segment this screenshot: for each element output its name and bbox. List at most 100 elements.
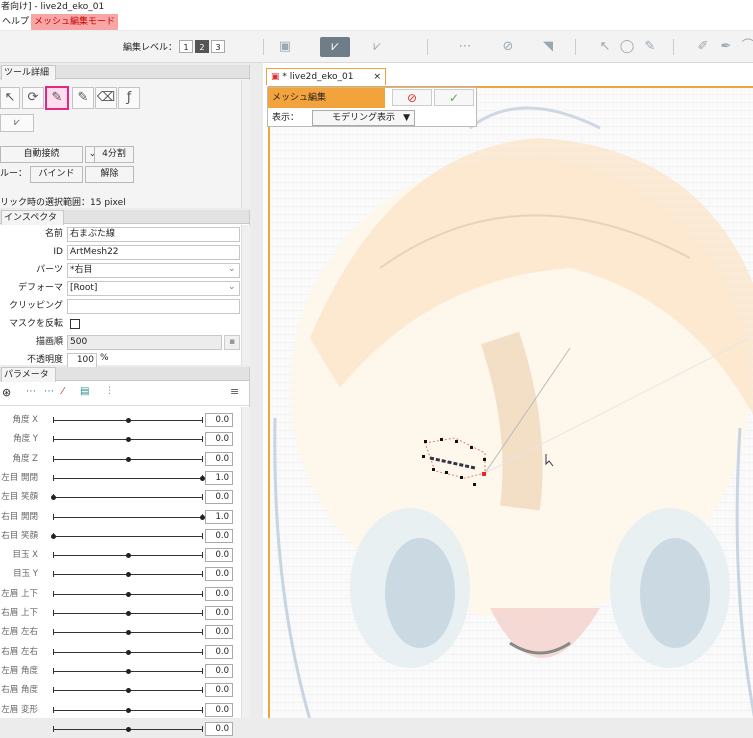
parameter-value-field[interactable]: 0.0: [205, 586, 233, 601]
draw-order-spin-button[interactable]: ▪: [224, 335, 240, 350]
parameter-slider-knob[interactable]: [125, 611, 131, 616]
display-mode-select[interactable]: モデリング表示 ▼: [312, 110, 415, 126]
inspector-label: パーツ: [36, 265, 63, 275]
document-tab[interactable]: ▣ * live2d_eko_01 ×: [266, 68, 386, 85]
inspector-row: マスクを反転: [0, 316, 243, 333]
parameter-row: 左眉 角度 0.0: [0, 662, 238, 680]
pen-icon[interactable]: ✒: [716, 37, 736, 57]
inspector-value-field[interactable]: [Root]: [67, 281, 240, 296]
parameter-slider-knob[interactable]: [125, 707, 131, 713]
parameter-slider-knob[interactable]: [125, 437, 131, 443]
lasso-select-tool-icon[interactable]: ⟳: [22, 87, 44, 109]
cancel-icon[interactable]: ⊘: [392, 89, 432, 106]
parameter-value-field[interactable]: 0.0: [205, 702, 233, 717]
parameter-slider-knob[interactable]: [125, 553, 131, 559]
add-vertex-pen-tool-icon[interactable]: ✎: [45, 86, 69, 110]
parameter-slider-knob[interactable]: [51, 495, 56, 501]
parameter-slider-track[interactable]: [53, 497, 202, 499]
parameter-value-field[interactable]: 0.0: [205, 721, 233, 736]
parameter-slider-knob[interactable]: [125, 649, 131, 655]
slider-end-cap: [53, 725, 54, 732]
hamburger-menu-icon[interactable]: ≡: [230, 385, 239, 398]
edit-level-3[interactable]: 3: [211, 40, 226, 53]
parameter-slider-knob[interactable]: [125, 688, 131, 694]
inspector-value-field[interactable]: [67, 299, 240, 314]
delete-key-icon[interactable]: ⁄: [62, 386, 64, 397]
slider-end-cap: [202, 706, 203, 713]
lasso-tool-icon[interactable]: ◯: [617, 37, 637, 57]
parameter-value-field[interactable]: 0.0: [205, 528, 233, 543]
parameter-row: 0.0: [0, 720, 238, 738]
bind-button[interactable]: バインド: [30, 166, 83, 183]
inspector-value-field[interactable]: ArtMesh22: [67, 245, 240, 260]
lasso-icon[interactable]: ⊘: [498, 37, 518, 57]
parameter-row: 目玉 Y 0.0: [0, 565, 238, 583]
pin-icon[interactable]: ✐: [693, 37, 713, 57]
parameter-value-field[interactable]: 0.0: [205, 548, 233, 563]
unbind-button[interactable]: 解除: [85, 166, 134, 183]
parameter-slider-knob[interactable]: [125, 630, 131, 636]
key-list-icon[interactable]: ⋮: [105, 386, 114, 396]
auto-mesh-tool-icon[interactable]: ⩗: [0, 114, 34, 132]
record-icon[interactable]: ⊛: [2, 386, 11, 399]
parameter-slider-knob[interactable]: [125, 591, 131, 597]
mesh-grid-icon[interactable]: ⋯: [455, 37, 475, 57]
slider-end-cap: [202, 725, 203, 732]
parameter-slider-knob[interactable]: [125, 572, 131, 578]
arrow-tool-icon[interactable]: ↖: [595, 37, 615, 57]
parameter-slider-knob[interactable]: [125, 668, 131, 674]
tool-panel-scrollbar[interactable]: [241, 80, 250, 208]
auto-mesh-icon[interactable]: ⩗: [367, 37, 387, 57]
slider-end-cap: [202, 667, 203, 674]
mask-invert-checkbox[interactable]: [70, 319, 80, 329]
delete-vertex-pen-tool-icon[interactable]: ✎: [72, 87, 94, 109]
parameter-scrollbar[interactable]: [241, 407, 250, 718]
parameter-value-field[interactable]: 1.0: [205, 470, 233, 485]
add-keys-icon[interactable]: ⋯: [44, 386, 54, 397]
eraser-tool-icon[interactable]: ⌫: [95, 87, 117, 109]
parameter-value-field[interactable]: 0.0: [205, 663, 233, 678]
paint-select-icon[interactable]: ◥: [538, 37, 558, 57]
parameter-value-field[interactable]: 0.0: [205, 644, 233, 659]
parameter-value-field[interactable]: 0.0: [205, 432, 233, 447]
auto-connect-select[interactable]: 自動接続: [0, 146, 83, 163]
divide-4-button[interactable]: 4分割: [94, 146, 134, 163]
parameter-value-field[interactable]: 0.0: [205, 451, 233, 466]
parameter-slider-knob[interactable]: [125, 456, 131, 462]
parameter-value-field[interactable]: 0.0: [205, 683, 233, 698]
parameter-value-field[interactable]: 0.0: [205, 490, 233, 505]
parameter-value-field[interactable]: 1.0: [205, 509, 233, 524]
parameter-value-field[interactable]: 0.0: [205, 413, 233, 427]
inspector-value-field[interactable]: 500: [67, 335, 222, 350]
parameter-slider-track[interactable]: [53, 477, 202, 479]
arrow-select-tool-icon[interactable]: ↖: [0, 87, 20, 109]
parameter-slider-track[interactable]: [53, 516, 202, 518]
add-key-icon[interactable]: ⋯: [26, 386, 36, 397]
parameter-label: 左目 笑顔: [1, 492, 38, 503]
inspector-scrollbar[interactable]: [241, 225, 250, 365]
chevron-down-icon[interactable]: ⌄: [228, 264, 236, 274]
confirm-check-icon[interactable]: ✓: [434, 89, 474, 106]
edit-level-1[interactable]: 1: [179, 40, 194, 53]
curve-icon[interactable]: ⌒: [738, 37, 753, 57]
parameter-value-field[interactable]: 0.0: [205, 606, 233, 620]
inspector-value-field[interactable]: 右まぶた線: [67, 227, 240, 242]
parameter-slider-knob[interactable]: [125, 726, 131, 732]
menu-help[interactable]: ヘルプ: [0, 14, 31, 30]
parameter-slider-knob[interactable]: [125, 418, 131, 423]
canvas-viewport[interactable]: [268, 86, 753, 718]
parameter-slider-knob[interactable]: [51, 533, 56, 539]
brush-tool-icon[interactable]: ✎: [640, 37, 660, 57]
parameter-value-field[interactable]: 0.0: [205, 567, 233, 582]
inspector-value-field[interactable]: 100: [67, 353, 97, 368]
grid-view-icon[interactable]: ▤: [80, 386, 89, 397]
mesh-edit-mode-icon[interactable]: ⩗: [320, 37, 350, 57]
inspector-value-field[interactable]: *右目: [67, 263, 240, 278]
texture-atlas-icon[interactable]: ▣: [275, 37, 295, 57]
chevron-down-icon[interactable]: ⌄: [228, 282, 236, 292]
add-stroke-tool-icon[interactable]: ƒ: [118, 87, 140, 109]
close-icon[interactable]: ×: [373, 69, 381, 85]
parameter-value-field[interactable]: 0.0: [205, 625, 233, 640]
parameter-slider-track[interactable]: [53, 535, 202, 537]
edit-level-2[interactable]: 2: [195, 40, 210, 53]
